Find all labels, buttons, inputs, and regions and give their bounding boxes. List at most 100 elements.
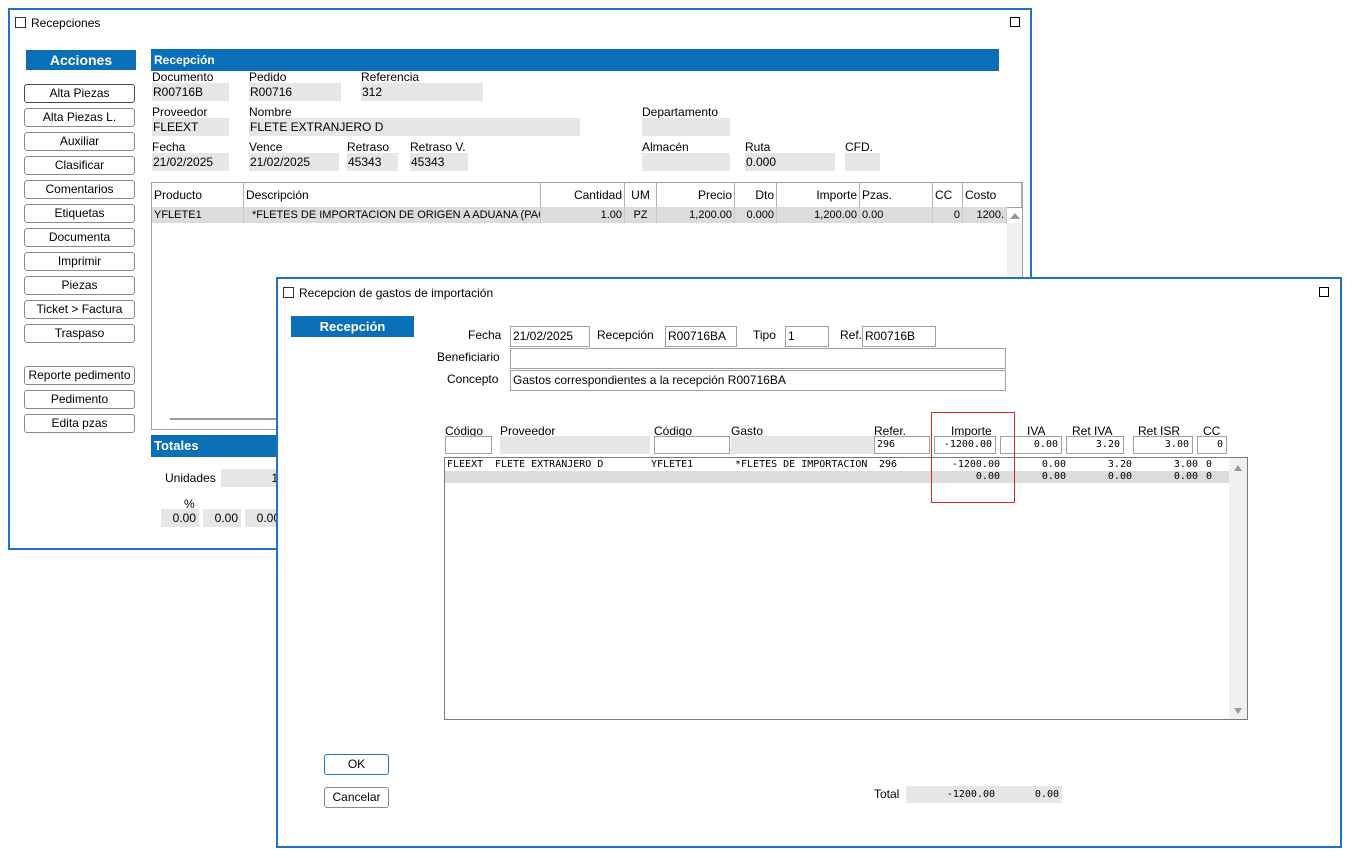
table-cell: 1.00 <box>541 207 625 223</box>
entry-gasto-input[interactable] <box>731 436 875 454</box>
total-importe: -1200.00 <box>906 786 998 803</box>
col-header-cc[interactable]: CC <box>933 183 963 207</box>
scroll-up-icon[interactable] <box>1010 213 1020 219</box>
list-cell-refer: 296 <box>879 459 898 470</box>
retraso-label: Retraso <box>347 140 390 154</box>
maximize-icon[interactable] <box>1319 287 1329 297</box>
table-cell: *FLETES DE IMPORTACION DE ORIGEN A ADUAN… <box>244 207 541 223</box>
auxiliar-button[interactable]: Auxiliar <box>24 132 135 151</box>
documento-field[interactable]: R00716B <box>152 83 229 101</box>
ruta-label: Ruta <box>745 140 771 154</box>
documenta-button[interactable]: Documenta <box>24 228 135 247</box>
window-check-icon[interactable] <box>15 17 26 28</box>
entry-cc-input[interactable]: 0 <box>1197 436 1227 454</box>
acciones-header: Acciones <box>26 50 136 70</box>
vence-field[interactable]: 21/02/2025 <box>249 153 339 171</box>
reporte-pedimento-button[interactable]: Reporte pedimento <box>24 366 135 385</box>
col-header-producto[interactable]: Producto <box>152 183 244 207</box>
beneficiario-input[interactable] <box>510 348 1006 369</box>
ref-input[interactable]: R00716B <box>862 326 936 347</box>
departamento-label: Departamento <box>642 105 719 119</box>
list-cell-cc: 0 <box>1205 471 1212 482</box>
col-header-precio[interactable]: Precio <box>657 183 735 207</box>
retraso-v-field[interactable]: 45343 <box>410 153 468 171</box>
cfd-label: CFD. <box>845 140 873 154</box>
window-title: Recepciones <box>31 16 101 30</box>
pedido-field[interactable]: R00716 <box>249 83 341 101</box>
fecha-label: Fecha <box>468 328 502 342</box>
list-item[interactable]: FLEEXT FLETE EXTRANJERO D YFLETE1 *FLETES D… <box>445 459 1229 471</box>
imprimir-button[interactable]: Imprimir <box>24 252 135 271</box>
table-cell: YFLETE1 <box>152 207 244 223</box>
nombre-field[interactable]: FLETE EXTRANJERO D <box>249 118 580 136</box>
importe-highlight <box>931 412 1015 503</box>
proveedor-field[interactable]: FLEEXT <box>152 118 229 136</box>
almacen-label: Almacén <box>642 140 689 154</box>
comentarios-button[interactable]: Comentarios <box>24 180 135 199</box>
cfd-field[interactable] <box>845 153 880 171</box>
piezas-button[interactable]: Piezas <box>24 276 135 295</box>
pedimento-button[interactable]: Pedimento <box>24 390 135 409</box>
vence-label: Vence <box>249 140 283 154</box>
cancel-button[interactable]: Cancelar <box>324 787 389 808</box>
etiquetas-button[interactable]: Etiquetas <box>24 204 135 223</box>
col-header-cantidad[interactable]: Cantidad <box>541 183 625 207</box>
percent-field-1[interactable]: 0.00 <box>161 509 199 527</box>
table-row[interactable]: YFLETE1 *FLETES DE IMPORTACION DE ORIGEN … <box>152 207 1007 223</box>
retraso-field[interactable]: 45343 <box>347 153 398 171</box>
fecha-field[interactable]: 21/02/2025 <box>152 153 229 171</box>
alta-piezas-l-button[interactable]: Alta Piezas L. <box>24 108 135 127</box>
recepcion-section-header: Recepción <box>151 49 999 71</box>
fecha-label: Fecha <box>152 140 186 154</box>
list-item[interactable]: 0.00 0.00 0.00 0.00 0 <box>445 471 1229 483</box>
table-cell: 0 <box>933 207 963 223</box>
entry-codigo2-input[interactable] <box>654 436 730 454</box>
clasificar-button[interactable]: Clasificar <box>24 156 135 175</box>
retraso-v-label: Retraso V. <box>410 140 466 154</box>
maximize-icon[interactable] <box>1010 17 1020 27</box>
concepto-label: Concepto <box>447 372 499 386</box>
entry-ret-iva-input[interactable]: 3.20 <box>1066 436 1124 454</box>
col-header-descripcion[interactable]: Descripción <box>244 183 541 207</box>
referencia-field[interactable]: 312 <box>361 83 483 101</box>
recepcion-label: Recepción <box>597 328 654 342</box>
concepto-input[interactable]: Gastos correspondientes a la recepción R… <box>510 370 1006 391</box>
col-header-pzas[interactable]: Pzas. <box>860 183 933 207</box>
unidades-label: Unidades <box>165 471 216 485</box>
col-header-importe[interactable]: Importe <box>777 183 860 207</box>
alta-piezas-button[interactable]: Alta Piezas <box>24 84 135 103</box>
documento-label: Documento <box>152 70 214 84</box>
scroll-up-icon[interactable] <box>1234 465 1242 471</box>
list-cell-ret-iva: 0.00 <box>1107 471 1132 482</box>
unidades-field[interactable]: 1 <box>221 469 281 487</box>
window-check-icon[interactable] <box>283 287 294 298</box>
ok-button[interactable]: OK <box>324 754 389 775</box>
edita-pzas-button[interactable]: Edita pzas <box>24 414 135 433</box>
percent-field-2[interactable]: 0.00 <box>203 509 241 527</box>
fecha-input[interactable]: 21/02/2025 <box>510 326 590 347</box>
entry-proveedor-input[interactable] <box>500 436 650 454</box>
vertical-scrollbar[interactable] <box>1229 458 1247 719</box>
ruta-field[interactable]: 0.000 <box>745 153 835 171</box>
list-cell-gasto: *FLETES DE IMPORTACION <box>735 459 868 470</box>
traspaso-button[interactable]: Traspaso <box>24 324 135 343</box>
ticket-factura-button[interactable]: Ticket > Factura <box>24 300 135 319</box>
almacen-field[interactable] <box>642 153 730 171</box>
recepcion-input[interactable]: R00716BA <box>665 326 737 347</box>
list-cell-ret-isr: 0.00 <box>1173 471 1198 482</box>
col-header-dto[interactable]: Dto <box>735 183 777 207</box>
entry-codigo-input[interactable] <box>445 436 492 454</box>
recepcion-tab[interactable]: Recepción <box>291 316 414 337</box>
table-cell: 1,200.00 <box>777 207 860 223</box>
referencia-label: Referencia <box>361 70 420 84</box>
scroll-down-icon[interactable] <box>1234 708 1242 714</box>
gastos-window: Recepcion de gastos de importación Recep… <box>276 277 1342 848</box>
gastos-list: FLEEXT FLETE EXTRANJERO D YFLETE1 *FLETES D… <box>444 457 1248 720</box>
entry-refer-input[interactable]: 296 <box>874 436 930 454</box>
table-cell: 0.000 <box>735 207 777 223</box>
tipo-input[interactable]: 1 <box>785 326 829 347</box>
col-header-um[interactable]: UM <box>625 183 657 207</box>
departamento-field[interactable] <box>642 118 730 136</box>
col-header-costo[interactable]: Costo <box>963 183 1022 207</box>
entry-ret-isr-input[interactable]: 3.00 <box>1133 436 1193 454</box>
